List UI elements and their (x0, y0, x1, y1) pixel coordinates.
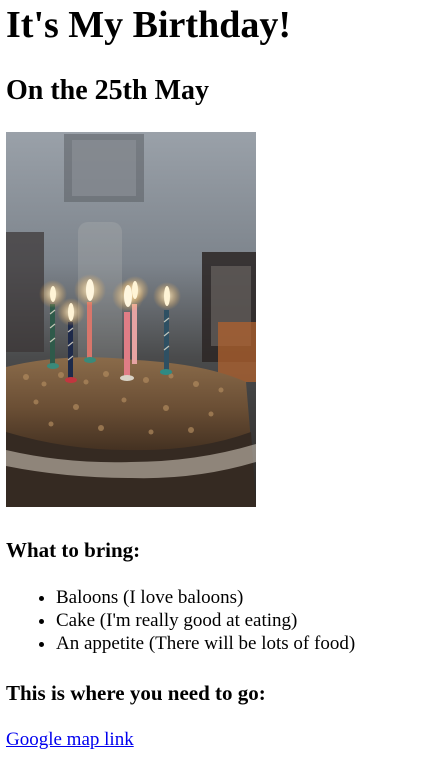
what-to-bring-heading: What to bring: (6, 538, 141, 562)
party-date: On the 25th May (6, 75, 209, 106)
birthday-cake-photo (6, 132, 256, 507)
list-item: An appetite (There will be lots of food) (56, 632, 355, 655)
list-item: Cake (I'm really good at eating) (56, 609, 355, 632)
google-map-link[interactable]: Google map link (6, 728, 134, 752)
page-title: It's My Birthday! (6, 4, 291, 46)
bring-list: Baloons (I love baloons) Cake (I'm reall… (6, 586, 355, 655)
list-item: Baloons (I love baloons) (56, 586, 355, 609)
location-heading: This is where you need to go: (6, 681, 266, 705)
